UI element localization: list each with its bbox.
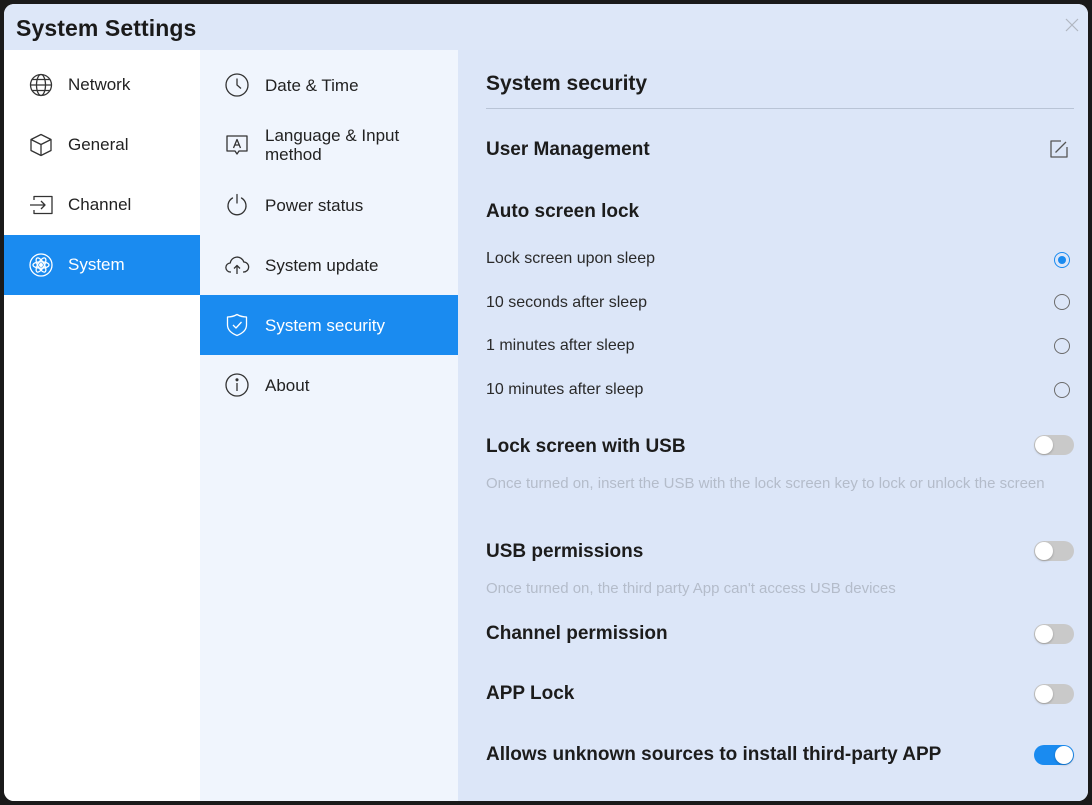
shield-check-icon bbox=[226, 313, 248, 337]
usb-lock-toggle[interactable] bbox=[1034, 435, 1074, 455]
channel-permission-toggle[interactable] bbox=[1034, 624, 1074, 644]
security-panel: System security User Management Auto scr… bbox=[458, 50, 1088, 801]
submenu-item-power[interactable]: Power status bbox=[200, 175, 458, 235]
sidebar-item-label: System bbox=[68, 255, 125, 274]
submenu-item-label: Date & Time bbox=[265, 75, 359, 95]
usb-lock-label: Lock screen with USB bbox=[486, 436, 686, 457]
sidebar-item-system[interactable]: System bbox=[4, 235, 200, 295]
toggle-knob bbox=[1035, 436, 1053, 454]
submenu-item-system-security[interactable]: System security bbox=[200, 295, 458, 355]
lock-option-label: 10 minutes after sleep bbox=[486, 381, 644, 398]
user-management-label: User Management bbox=[486, 139, 650, 160]
lock-option-label: Lock screen upon sleep bbox=[486, 250, 655, 267]
toggle-knob bbox=[1035, 625, 1053, 643]
toggle-knob bbox=[1055, 746, 1073, 764]
submenu-item-label: System security bbox=[265, 315, 385, 335]
keyboard-letter-icon bbox=[226, 135, 248, 155]
channel-permission-label: Channel permission bbox=[486, 623, 668, 644]
sidebar: Network General Channel System bbox=[4, 50, 200, 801]
usb-permissions-label: USB permissions bbox=[486, 541, 644, 562]
cloud-upload-icon bbox=[225, 256, 250, 274]
close-icon[interactable] bbox=[1062, 15, 1082, 35]
atom-icon bbox=[29, 253, 53, 277]
sidebar-item-channel[interactable]: Channel bbox=[4, 175, 200, 235]
lock-10s-radio[interactable] bbox=[1054, 294, 1070, 310]
settings-window: System Settings Network General Channel … bbox=[4, 4, 1088, 801]
globe-icon bbox=[29, 73, 53, 97]
power-icon bbox=[227, 193, 247, 216]
submenu: Date & Time Language & Input method Powe… bbox=[200, 50, 458, 801]
lock-10min-radio[interactable] bbox=[1054, 382, 1070, 398]
lock-option-label: 1 minutes after sleep bbox=[486, 337, 635, 354]
usb-permissions-description: Once turned on, the third party App can'… bbox=[486, 580, 896, 597]
cube-icon bbox=[30, 133, 52, 157]
title-divider bbox=[486, 108, 1074, 109]
submenu-item-system-update[interactable]: System update bbox=[200, 235, 458, 295]
sidebar-item-label: Channel bbox=[68, 195, 132, 214]
submenu-item-date-time[interactable]: Date & Time bbox=[200, 55, 458, 115]
submenu-item-language[interactable]: Language & Input method bbox=[200, 115, 458, 175]
lock-1min-radio[interactable] bbox=[1054, 338, 1070, 354]
edit-icon[interactable] bbox=[1048, 138, 1070, 160]
sidebar-item-general[interactable]: General bbox=[4, 115, 200, 175]
sidebar-item-network[interactable]: Network bbox=[4, 55, 200, 115]
usb-lock-description: Once turned on, insert the USB with the … bbox=[486, 475, 1045, 492]
window-title: System Settings bbox=[16, 15, 197, 41]
page-title: System security bbox=[486, 72, 648, 95]
usb-permissions-toggle[interactable] bbox=[1034, 541, 1074, 561]
auto-lock-heading: Auto screen lock bbox=[486, 201, 640, 222]
app-lock-label: APP Lock bbox=[486, 683, 575, 704]
submenu-item-label: About bbox=[265, 375, 310, 395]
submenu-item-label: Language & Input method bbox=[265, 126, 400, 164]
info-icon bbox=[225, 373, 249, 397]
lock-option-label: 10 seconds after sleep bbox=[486, 294, 647, 311]
title-bar: System Settings bbox=[4, 4, 1088, 50]
submenu-item-label: Power status bbox=[265, 195, 364, 215]
sidebar-item-label: General bbox=[68, 135, 129, 154]
clock-icon bbox=[225, 73, 249, 97]
unknown-sources-label: Allows unknown sources to install third-… bbox=[486, 744, 942, 765]
app-lock-toggle[interactable] bbox=[1034, 684, 1074, 704]
toggle-knob bbox=[1035, 542, 1053, 560]
sidebar-item-label: Network bbox=[68, 75, 131, 94]
submenu-item-label: System update bbox=[265, 255, 379, 275]
input-source-icon bbox=[30, 195, 53, 215]
toggle-knob bbox=[1035, 685, 1053, 703]
unknown-sources-toggle[interactable] bbox=[1034, 745, 1074, 765]
lock-upon-sleep-radio[interactable] bbox=[1054, 252, 1070, 268]
submenu-item-about[interactable]: About bbox=[200, 355, 458, 415]
